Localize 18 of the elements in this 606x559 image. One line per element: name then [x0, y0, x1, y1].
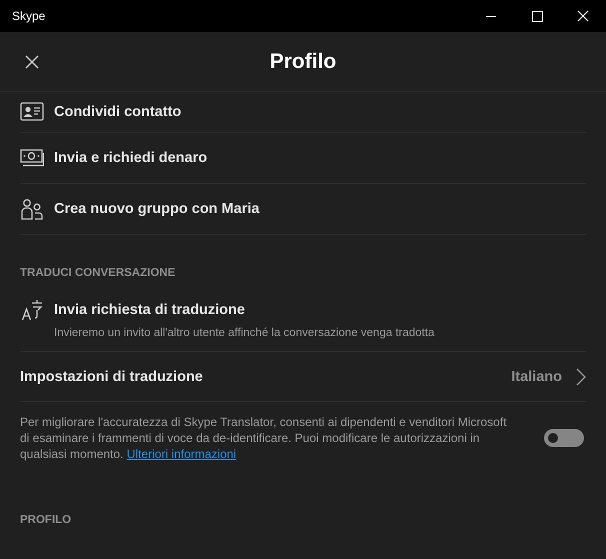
window-title: Skype	[12, 9, 46, 23]
menu-item[interactable]: Crea nuovo gruppo con Maria	[20, 184, 586, 235]
menu-item[interactable]: Invia richiesta di traduzione Invieremo un invito all'altro utente affinché la conversazione venga tradotta	[20, 299, 586, 352]
consent-paragraph: Per migliorare l'accuratezza di Skype Translator, consenti ai dipendenti e venditori Microsoft di esaminare i frammenti di voce da de-identificare. Puoi modificare le autorizzazioni in qualsiasi momento. Ulteriori informazioni	[20, 414, 508, 462]
menu-item[interactable]: Invia e richiedi denaro	[20, 133, 586, 184]
money-icon	[20, 149, 44, 167]
chevron-right-icon	[576, 368, 586, 386]
section-heading: PROFILO	[20, 514, 72, 526]
learn-more-link[interactable]: Ulteriori informazioni	[126, 447, 236, 461]
section-heading: TRADUCI CONVERSAZIONE	[20, 267, 176, 279]
menu-item[interactable]: Condividi contatto	[20, 92, 586, 133]
page-title: Profilo	[270, 50, 336, 74]
translate-icon	[20, 299, 44, 321]
people-icon	[20, 198, 44, 220]
toggle-switch[interactable]	[544, 429, 584, 447]
settings-item[interactable]: Impostazioni di traduzione Italiano	[20, 352, 586, 402]
close-icon[interactable]	[25, 55, 39, 69]
contact-card-icon	[20, 102, 44, 122]
